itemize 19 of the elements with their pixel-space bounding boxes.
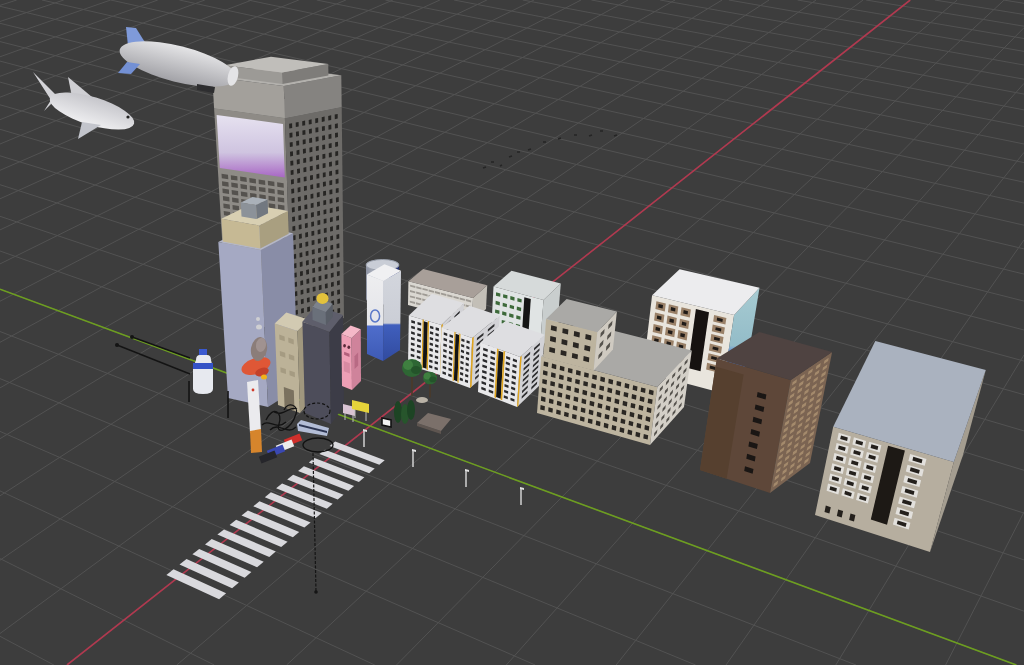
paving-slab bbox=[417, 413, 451, 434]
street-lamp bbox=[465, 469, 469, 488]
small-screen bbox=[381, 417, 392, 428]
water-bottle bbox=[193, 349, 213, 394]
billboard-sign bbox=[352, 400, 369, 422]
robot-figure bbox=[341, 325, 361, 390]
poster-board bbox=[343, 404, 355, 423]
street-lamp bbox=[412, 449, 416, 468]
tree bbox=[402, 359, 422, 397]
ring-outline bbox=[302, 437, 334, 453]
dashed-ring bbox=[303, 402, 331, 420]
bus bbox=[297, 420, 329, 436]
wire-tangle-drawing bbox=[261, 404, 298, 431]
overhead-cable bbox=[130, 335, 191, 359]
shrub bbox=[394, 400, 415, 424]
tree bbox=[423, 371, 437, 399]
street-lamp bbox=[363, 429, 367, 448]
street-lamp bbox=[520, 487, 524, 506]
round-planter bbox=[416, 397, 428, 403]
